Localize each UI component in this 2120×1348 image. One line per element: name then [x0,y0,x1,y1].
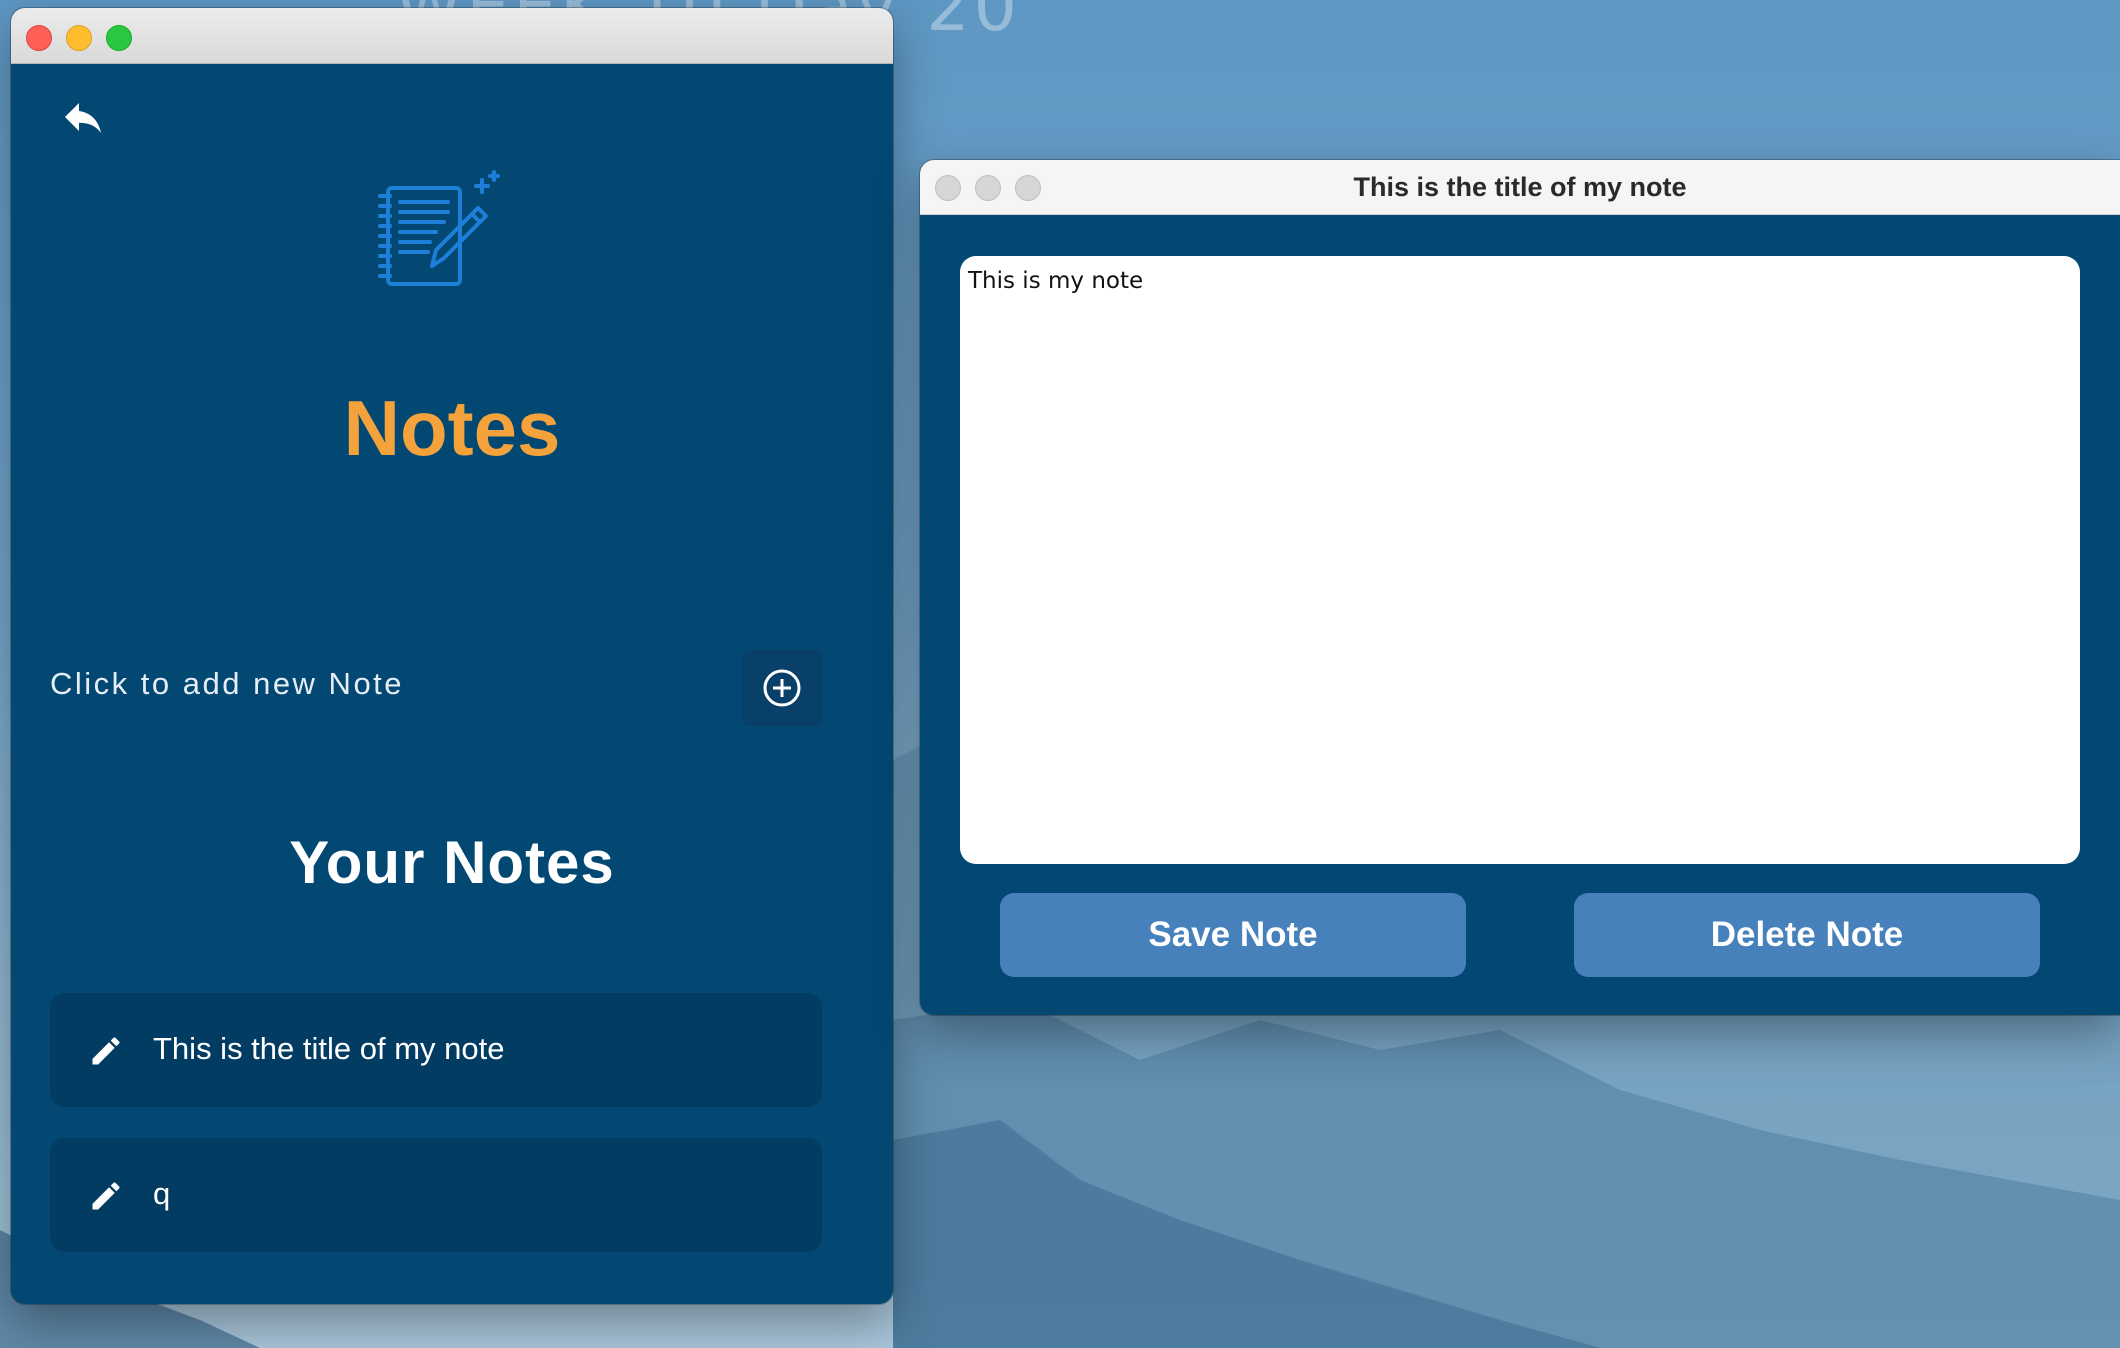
app-logo [374,166,504,296]
pencil-icon [92,1037,120,1065]
pencil-icon [92,1182,120,1210]
app-title: Notes [343,384,561,472]
plus-circle-icon [763,669,801,707]
main-window-titlebar[interactable] [11,8,893,64]
your-notes-heading: Your Notes [289,829,615,896]
add-note-label: Click to add new Note [50,666,405,701]
back-button[interactable] [59,93,107,141]
note-content-textarea[interactable]: This is my note [960,256,2080,864]
note-window-title: This is the title of my note [1353,172,1687,202]
notes-main-window: Notes Click to add new Note Your Notes T… [11,8,893,1304]
add-note-button[interactable] [742,650,822,726]
note-title: q [153,1176,171,1211]
note-title: This is the title of my note [153,1031,505,1066]
maximize-window-button[interactable] [106,25,132,51]
note-list-item[interactable]: This is the title of my note [50,993,822,1107]
back-arrow-icon [65,103,101,133]
save-note-button[interactable]: Save Note [1000,893,1466,977]
delete-note-button[interactable]: Delete Note [1574,893,2040,977]
note-window-titlebar[interactable]: This is the title of my note [920,160,2120,215]
close-window-button[interactable] [26,25,52,51]
notebook-pen-icon [378,170,500,286]
minimize-window-button[interactable] [66,25,92,51]
note-editor-window: This is the title of my note This is my … [920,160,2120,1015]
note-list-item[interactable]: q [50,1138,822,1252]
